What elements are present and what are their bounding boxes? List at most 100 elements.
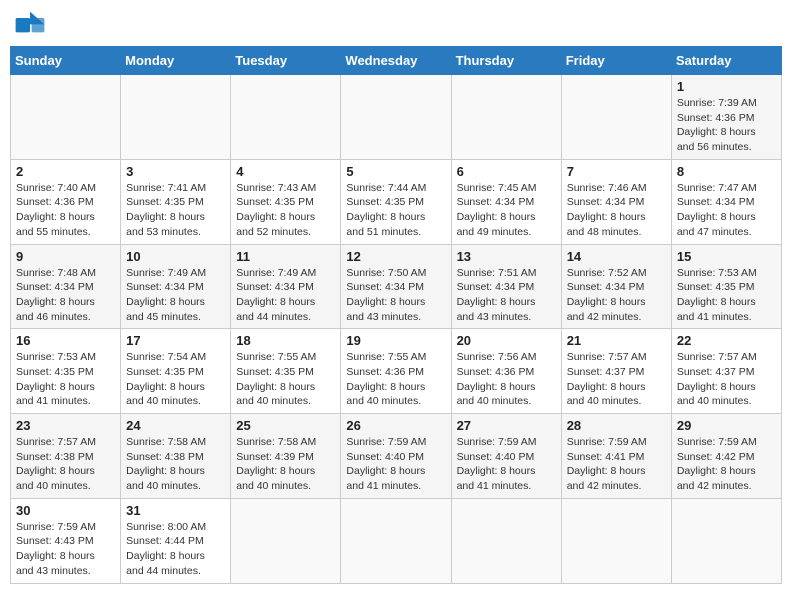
day-detail: Sunrise: 7:49 AMSunset: 4:34 PMDaylight:… xyxy=(126,267,206,323)
day-detail: Sunrise: 7:39 AMSunset: 4:36 PMDaylight:… xyxy=(677,97,757,153)
day-detail: Sunrise: 7:53 AMSunset: 4:35 PMDaylight:… xyxy=(677,267,757,323)
day-cell-3: 3 Sunrise: 7:41 AMSunset: 4:35 PMDayligh… xyxy=(121,159,231,244)
day-detail: Sunrise: 7:44 AMSunset: 4:35 PMDaylight:… xyxy=(346,182,426,238)
column-header-saturday: Saturday xyxy=(671,47,781,75)
logo-icon xyxy=(14,10,46,38)
column-header-thursday: Thursday xyxy=(451,47,561,75)
day-detail: Sunrise: 7:47 AMSunset: 4:34 PMDaylight:… xyxy=(677,182,757,238)
day-cell-19: 19 Sunrise: 7:55 AMSunset: 4:36 PMDaylig… xyxy=(341,329,451,414)
day-number: 11 xyxy=(236,249,335,264)
day-number: 5 xyxy=(346,164,445,179)
day-cell-8: 8 Sunrise: 7:47 AMSunset: 4:34 PMDayligh… xyxy=(671,159,781,244)
day-detail: Sunrise: 7:40 AMSunset: 4:36 PMDaylight:… xyxy=(16,182,96,238)
day-detail: Sunrise: 7:46 AMSunset: 4:34 PMDaylight:… xyxy=(567,182,647,238)
day-number: 27 xyxy=(457,418,556,433)
day-number: 24 xyxy=(126,418,225,433)
empty-cell xyxy=(671,498,781,583)
day-cell-7: 7 Sunrise: 7:46 AMSunset: 4:34 PMDayligh… xyxy=(561,159,671,244)
day-cell-6: 6 Sunrise: 7:45 AMSunset: 4:34 PMDayligh… xyxy=(451,159,561,244)
calendar-table: SundayMondayTuesdayWednesdayThursdayFrid… xyxy=(10,46,782,584)
day-cell-4: 4 Sunrise: 7:43 AMSunset: 4:35 PMDayligh… xyxy=(231,159,341,244)
day-detail: Sunrise: 7:59 AMSunset: 4:43 PMDaylight:… xyxy=(16,521,96,577)
day-number: 14 xyxy=(567,249,666,264)
day-number: 29 xyxy=(677,418,776,433)
day-detail: Sunrise: 7:59 AMSunset: 4:41 PMDaylight:… xyxy=(567,436,647,492)
day-cell-10: 10 Sunrise: 7:49 AMSunset: 4:34 PMDaylig… xyxy=(121,244,231,329)
day-detail: Sunrise: 7:59 AMSunset: 4:42 PMDaylight:… xyxy=(677,436,757,492)
day-detail: Sunrise: 7:59 AMSunset: 4:40 PMDaylight:… xyxy=(457,436,537,492)
calendar-week-6: 30 Sunrise: 7:59 AMSunset: 4:43 PMDaylig… xyxy=(11,498,782,583)
day-detail: Sunrise: 7:55 AMSunset: 4:36 PMDaylight:… xyxy=(346,351,426,407)
day-cell-30: 30 Sunrise: 7:59 AMSunset: 4:43 PMDaylig… xyxy=(11,498,121,583)
day-detail: Sunrise: 7:57 AMSunset: 4:37 PMDaylight:… xyxy=(567,351,647,407)
day-detail: Sunrise: 7:54 AMSunset: 4:35 PMDaylight:… xyxy=(126,351,206,407)
day-detail: Sunrise: 7:56 AMSunset: 4:36 PMDaylight:… xyxy=(457,351,537,407)
empty-cell xyxy=(561,498,671,583)
column-header-tuesday: Tuesday xyxy=(231,47,341,75)
day-number: 10 xyxy=(126,249,225,264)
column-header-sunday: Sunday xyxy=(11,47,121,75)
calendar-week-3: 9 Sunrise: 7:48 AMSunset: 4:34 PMDayligh… xyxy=(11,244,782,329)
day-number: 16 xyxy=(16,333,115,348)
day-cell-14: 14 Sunrise: 7:52 AMSunset: 4:34 PMDaylig… xyxy=(561,244,671,329)
day-detail: Sunrise: 7:43 AMSunset: 4:35 PMDaylight:… xyxy=(236,182,316,238)
day-detail: Sunrise: 7:58 AMSunset: 4:38 PMDaylight:… xyxy=(126,436,206,492)
column-header-friday: Friday xyxy=(561,47,671,75)
day-cell-1: 1 Sunrise: 7:39 AMSunset: 4:36 PMDayligh… xyxy=(671,75,781,160)
day-cell-12: 12 Sunrise: 7:50 AMSunset: 4:34 PMDaylig… xyxy=(341,244,451,329)
day-number: 30 xyxy=(16,503,115,518)
column-header-monday: Monday xyxy=(121,47,231,75)
day-detail: Sunrise: 7:51 AMSunset: 4:34 PMDaylight:… xyxy=(457,267,537,323)
empty-cell xyxy=(451,75,561,160)
day-number: 2 xyxy=(16,164,115,179)
empty-cell xyxy=(231,498,341,583)
day-number: 19 xyxy=(346,333,445,348)
day-number: 1 xyxy=(677,79,776,94)
day-detail: Sunrise: 7:41 AMSunset: 4:35 PMDaylight:… xyxy=(126,182,206,238)
day-number: 28 xyxy=(567,418,666,433)
day-cell-24: 24 Sunrise: 7:58 AMSunset: 4:38 PMDaylig… xyxy=(121,414,231,499)
day-cell-20: 20 Sunrise: 7:56 AMSunset: 4:36 PMDaylig… xyxy=(451,329,561,414)
day-detail: Sunrise: 7:45 AMSunset: 4:34 PMDaylight:… xyxy=(457,182,537,238)
day-cell-29: 29 Sunrise: 7:59 AMSunset: 4:42 PMDaylig… xyxy=(671,414,781,499)
day-cell-18: 18 Sunrise: 7:55 AMSunset: 4:35 PMDaylig… xyxy=(231,329,341,414)
day-detail: Sunrise: 7:49 AMSunset: 4:34 PMDaylight:… xyxy=(236,267,316,323)
logo xyxy=(14,10,50,38)
day-cell-2: 2 Sunrise: 7:40 AMSunset: 4:36 PMDayligh… xyxy=(11,159,121,244)
day-detail: Sunrise: 7:58 AMSunset: 4:39 PMDaylight:… xyxy=(236,436,316,492)
day-number: 22 xyxy=(677,333,776,348)
day-cell-11: 11 Sunrise: 7:49 AMSunset: 4:34 PMDaylig… xyxy=(231,244,341,329)
empty-cell xyxy=(341,75,451,160)
day-cell-23: 23 Sunrise: 7:57 AMSunset: 4:38 PMDaylig… xyxy=(11,414,121,499)
day-number: 6 xyxy=(457,164,556,179)
empty-cell xyxy=(231,75,341,160)
day-cell-5: 5 Sunrise: 7:44 AMSunset: 4:35 PMDayligh… xyxy=(341,159,451,244)
column-header-wednesday: Wednesday xyxy=(341,47,451,75)
day-number: 12 xyxy=(346,249,445,264)
day-number: 17 xyxy=(126,333,225,348)
day-cell-28: 28 Sunrise: 7:59 AMSunset: 4:41 PMDaylig… xyxy=(561,414,671,499)
day-number: 21 xyxy=(567,333,666,348)
day-cell-27: 27 Sunrise: 7:59 AMSunset: 4:40 PMDaylig… xyxy=(451,414,561,499)
empty-cell xyxy=(451,498,561,583)
day-cell-31: 31 Sunrise: 8:00 AMSunset: 4:44 PMDaylig… xyxy=(121,498,231,583)
day-detail: Sunrise: 7:57 AMSunset: 4:38 PMDaylight:… xyxy=(16,436,96,492)
day-number: 3 xyxy=(126,164,225,179)
day-detail: Sunrise: 8:00 AMSunset: 4:44 PMDaylight:… xyxy=(126,521,206,577)
calendar-week-5: 23 Sunrise: 7:57 AMSunset: 4:38 PMDaylig… xyxy=(11,414,782,499)
day-cell-15: 15 Sunrise: 7:53 AMSunset: 4:35 PMDaylig… xyxy=(671,244,781,329)
day-number: 18 xyxy=(236,333,335,348)
calendar-week-4: 16 Sunrise: 7:53 AMSunset: 4:35 PMDaylig… xyxy=(11,329,782,414)
day-number: 23 xyxy=(16,418,115,433)
day-number: 26 xyxy=(346,418,445,433)
day-cell-16: 16 Sunrise: 7:53 AMSunset: 4:35 PMDaylig… xyxy=(11,329,121,414)
empty-cell xyxy=(341,498,451,583)
calendar-week-1: 1 Sunrise: 7:39 AMSunset: 4:36 PMDayligh… xyxy=(11,75,782,160)
day-number: 15 xyxy=(677,249,776,264)
day-number: 13 xyxy=(457,249,556,264)
day-detail: Sunrise: 7:53 AMSunset: 4:35 PMDaylight:… xyxy=(16,351,96,407)
day-number: 25 xyxy=(236,418,335,433)
header-row: SundayMondayTuesdayWednesdayThursdayFrid… xyxy=(11,47,782,75)
day-cell-9: 9 Sunrise: 7:48 AMSunset: 4:34 PMDayligh… xyxy=(11,244,121,329)
day-detail: Sunrise: 7:59 AMSunset: 4:40 PMDaylight:… xyxy=(346,436,426,492)
